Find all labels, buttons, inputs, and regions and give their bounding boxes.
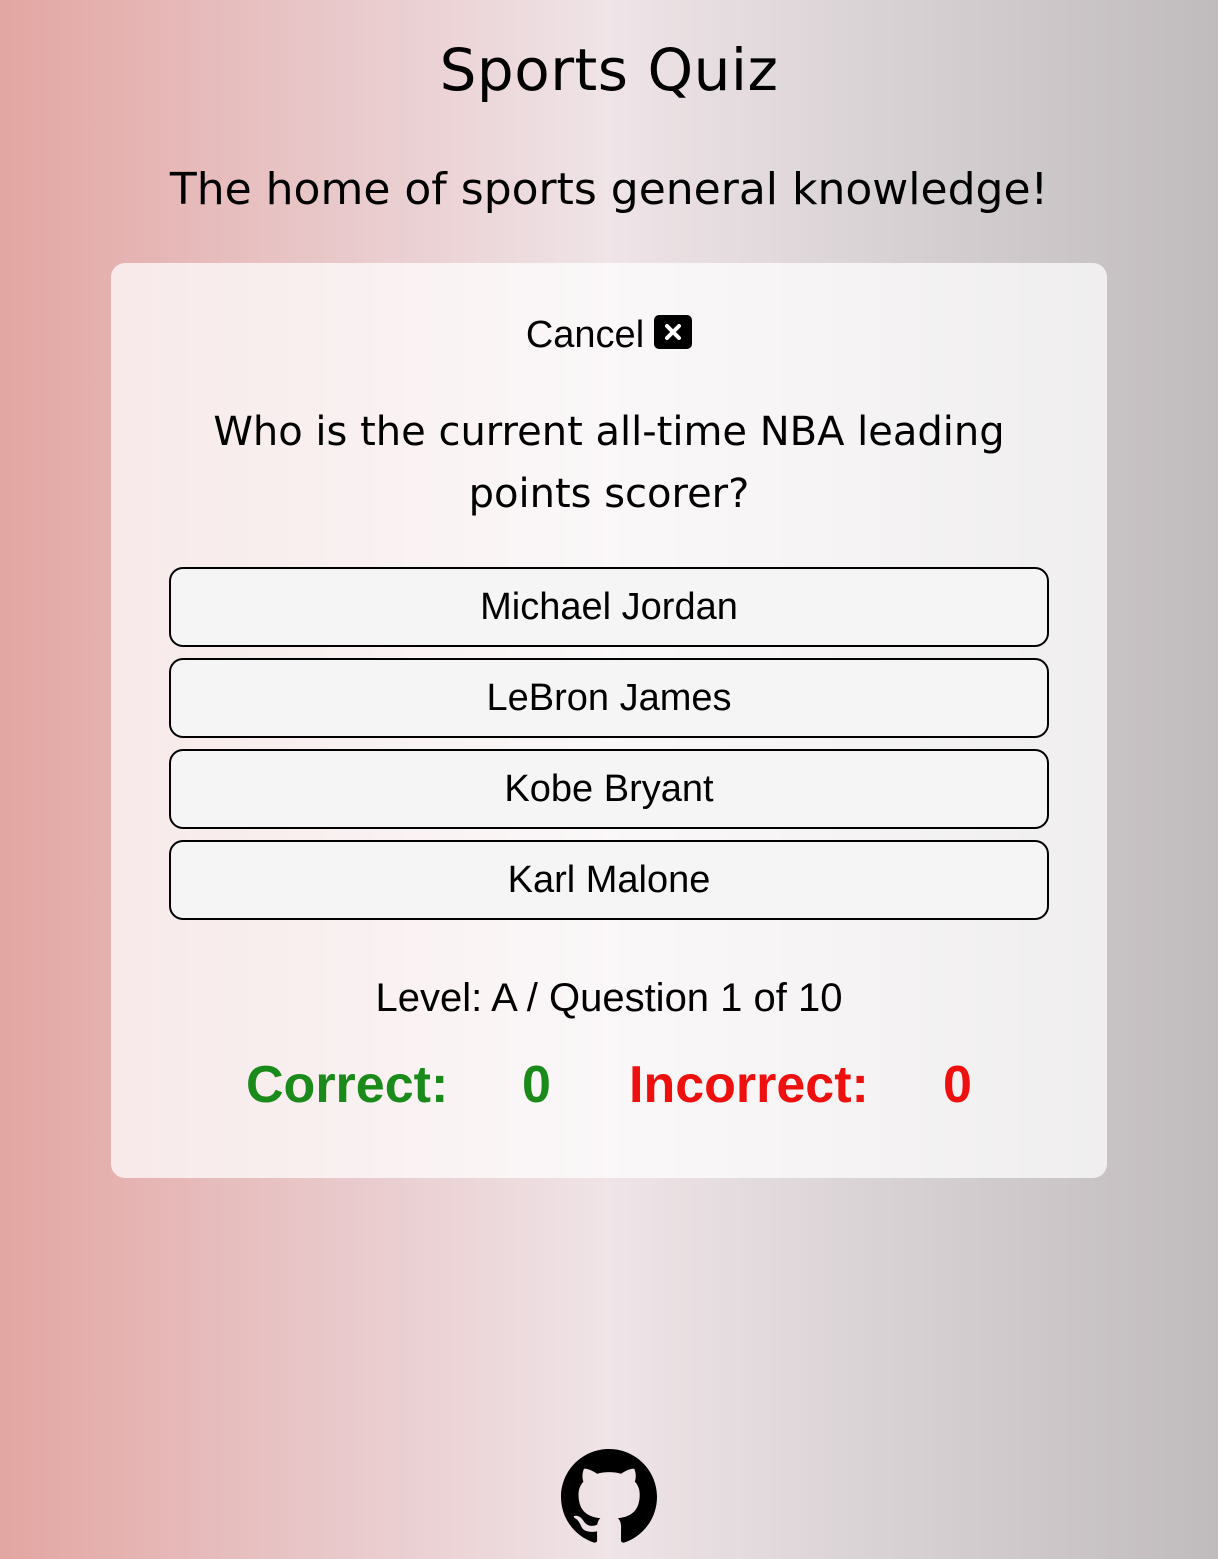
incorrect-label: Incorrect: <box>629 1056 869 1114</box>
quiz-card: Cancel Who is the current all-time NBA l… <box>111 263 1107 1178</box>
github-link[interactable] <box>561 1449 657 1545</box>
cancel-label: Cancel <box>525 313 645 356</box>
close-icon <box>654 314 693 349</box>
score-row: Correct: 0 Incorrect: 0 <box>111 1055 1107 1115</box>
correct-count: 0 <box>522 1056 551 1114</box>
page-subtitle: The home of sports general knowledge! <box>169 164 1049 215</box>
answer-button[interactable]: Karl Malone <box>169 840 1049 920</box>
cancel-button[interactable]: Cancel <box>111 311 1107 357</box>
question-text: Who is the current all-time NBA leading … <box>213 409 1005 517</box>
answer-button[interactable]: Kobe Bryant <box>169 749 1049 829</box>
incorrect-count: 0 <box>943 1056 972 1114</box>
answer-button[interactable]: LeBron James <box>169 658 1049 738</box>
question-progress: Level: A / Question 1 of 10 <box>375 976 843 1020</box>
correct-label: Correct: <box>246 1056 449 1114</box>
github-icon <box>561 1449 657 1543</box>
answer-list: Michael Jordan LeBron James Kobe Bryant … <box>169 567 1049 931</box>
answer-button[interactable]: Michael Jordan <box>169 567 1049 647</box>
page-title: Sports Quiz <box>439 36 779 104</box>
